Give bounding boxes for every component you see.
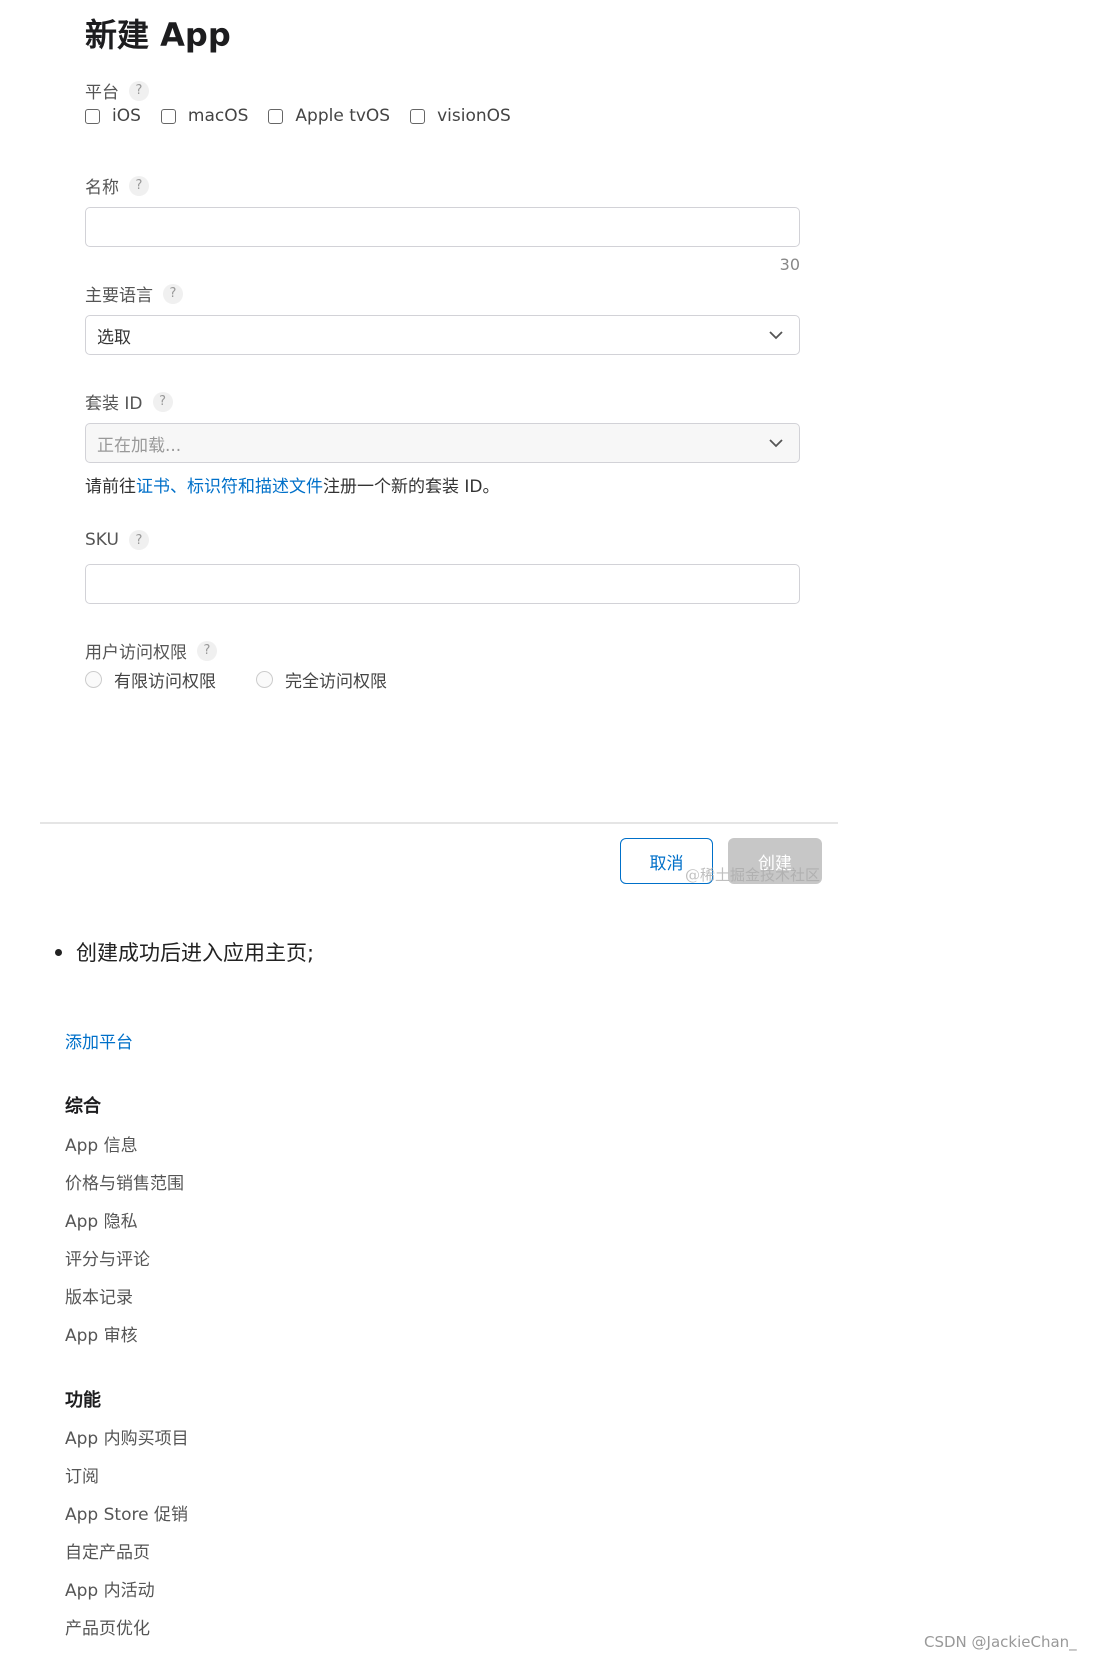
checkbox[interactable] (268, 108, 284, 124)
sidebar-item-app-info[interactable]: App 信息 (65, 1131, 138, 1156)
platform-label: 平台 (85, 83, 119, 103)
sidebar-item-subscriptions[interactable]: 订阅 (65, 1462, 99, 1487)
sidebar-item-app-review[interactable]: App 审核 (65, 1321, 138, 1346)
sidebar-item-pricing[interactable]: 价格与销售范围 (65, 1169, 184, 1194)
sidebar-item-in-app-purchases[interactable]: App 内购买项目 (65, 1424, 189, 1449)
name-label-row: 名称 ? (85, 173, 149, 198)
dialog-divider (40, 822, 838, 824)
platform-option-label: visionOS (437, 106, 511, 126)
certificates-link[interactable]: 证书、标识符和描述文件 (136, 477, 323, 497)
access-option-label: 完全访问权限 (285, 672, 387, 692)
csdn-credit: CSDN @JackieChan_ (924, 1633, 1077, 1651)
help-icon[interactable]: ? (152, 391, 173, 412)
page-title: 新建 App (85, 16, 231, 54)
language-label-row: 主要语言 ? (85, 281, 183, 306)
help-icon[interactable]: ? (197, 640, 217, 661)
hint-suffix: 注册一个新的套装 ID。 (323, 477, 500, 497)
section-heading-features: 功能 (65, 1390, 101, 1411)
user-access-label-row: 用户访问权限 ? (85, 638, 217, 663)
user-access-label: 用户访问权限 (85, 643, 187, 663)
platform-label-row: 平台 ? (85, 78, 149, 103)
sidebar-item-in-app-events[interactable]: App 内活动 (65, 1576, 155, 1601)
platform-option-label: macOS (187, 106, 249, 126)
bullet-item: 创建成功后进入应用主页; (55, 937, 314, 967)
checkbox[interactable] (160, 108, 176, 124)
radio-button[interactable] (256, 671, 273, 688)
bullet-dot-icon (55, 948, 62, 956)
name-char-counter: 30 (779, 255, 800, 274)
sidebar-item-product-page-optimization[interactable]: 产品页优化 (65, 1614, 150, 1639)
sku-label: SKU (85, 530, 119, 550)
name-label: 名称 (85, 178, 119, 198)
platform-option-ios[interactable]: iOS (85, 106, 141, 126)
access-option-limited[interactable]: 有限访问权限 (85, 667, 216, 692)
radio-button[interactable] (85, 671, 102, 688)
sku-label-row: SKU ? (85, 530, 149, 550)
platform-option-label: iOS (112, 106, 141, 126)
name-input[interactable] (85, 207, 800, 247)
sidebar-item-privacy[interactable]: App 隐私 (65, 1207, 138, 1232)
bundle-id-select[interactable]: 正在加载... (85, 423, 800, 463)
help-icon[interactable]: ? (128, 530, 149, 550)
platform-option-macos[interactable]: macOS (160, 106, 249, 126)
language-select[interactable]: 选取 (85, 315, 800, 355)
checkbox[interactable] (85, 108, 100, 124)
platform-option-label: Apple tvOS (295, 106, 391, 126)
sidebar-item-custom-product-pages[interactable]: 自定产品页 (65, 1538, 150, 1563)
sku-input[interactable] (85, 564, 800, 604)
platform-option-visionos[interactable]: visionOS (410, 106, 511, 126)
help-icon[interactable]: ? (129, 80, 149, 101)
bundle-id-label: 套装 ID (85, 394, 143, 414)
watermark: @稀土掘金技术社区 (685, 866, 821, 884)
sidebar-item-ratings[interactable]: 评分与评论 (65, 1245, 150, 1270)
checkbox[interactable] (410, 108, 426, 124)
bullet-text: 创建成功后进入应用主页; (76, 941, 315, 965)
access-option-label: 有限访问权限 (114, 672, 216, 692)
platform-option-tvos[interactable]: Apple tvOS (268, 106, 390, 126)
chevron-down-icon (769, 330, 783, 339)
help-icon[interactable]: ? (163, 283, 183, 304)
bundle-id-select-value: 正在加载... (97, 435, 182, 456)
access-option-full[interactable]: 完全访问权限 (256, 667, 387, 692)
sidebar-item-promotions[interactable]: App Store 促销 (65, 1500, 188, 1525)
hint-prefix: 请前往 (85, 477, 136, 497)
platform-options: iOS macOS Apple tvOS visionOS (85, 106, 531, 126)
chevron-down-icon (769, 438, 783, 447)
language-label: 主要语言 (85, 286, 153, 306)
user-access-options: 有限访问权限 完全访问权限 (85, 667, 427, 692)
add-platform-link[interactable]: 添加平台 (65, 1028, 133, 1053)
help-icon[interactable]: ? (129, 175, 149, 196)
sidebar-item-version-history[interactable]: 版本记录 (65, 1283, 133, 1308)
bundle-id-hint: 请前往证书、标识符和描述文件注册一个新的套装 ID。 (85, 472, 500, 497)
language-select-value: 选取 (97, 327, 131, 348)
section-heading-general: 综合 (65, 1096, 101, 1117)
bundle-id-label-row: 套装 ID ? (85, 389, 173, 414)
